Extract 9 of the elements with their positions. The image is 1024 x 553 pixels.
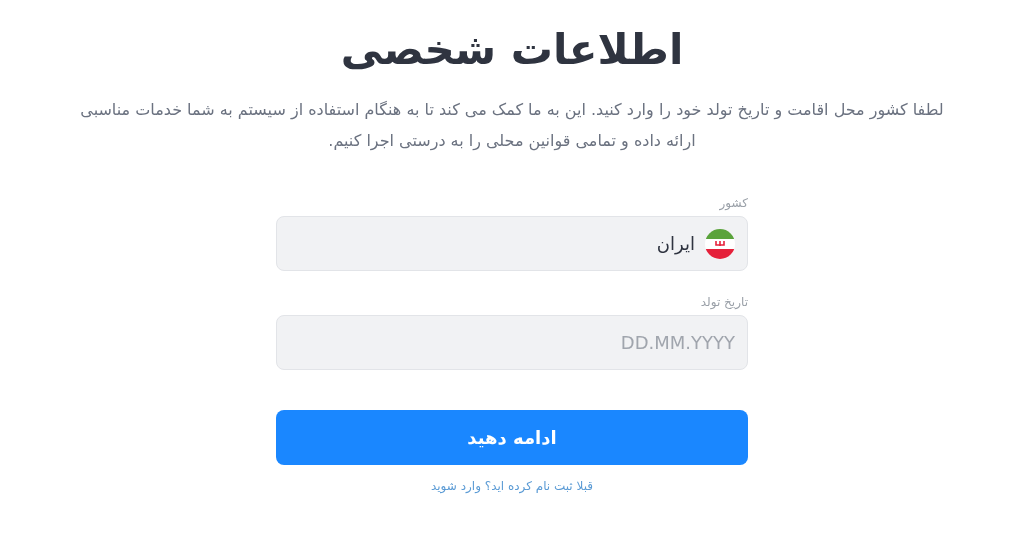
page-title: اطلاعات شخصی (340, 24, 684, 76)
continue-button[interactable]: ادامه دهید (276, 410, 748, 465)
field-label: کشور (719, 196, 748, 210)
country-field[interactable]: ایران (276, 216, 748, 271)
description-text: لطفا کشور محل اقامت و تاریخ تولد خود را وارد کنید. این به ما کمک می کند تا به هنگام استفاده از سیستم به شما خدمات مناسبی ارائه داده و تمامی قوانین محلی را به درستی اجرا کنیم. (79, 99, 945, 153)
login-link[interactable]: قبلا ثبت نام کرده اید؟ وارد شوید (431, 479, 594, 493)
flag-icon (705, 228, 735, 259)
field-label: تاریخ تولد (700, 295, 748, 309)
date-field[interactable]: DD.MM.YYYY (276, 315, 748, 370)
